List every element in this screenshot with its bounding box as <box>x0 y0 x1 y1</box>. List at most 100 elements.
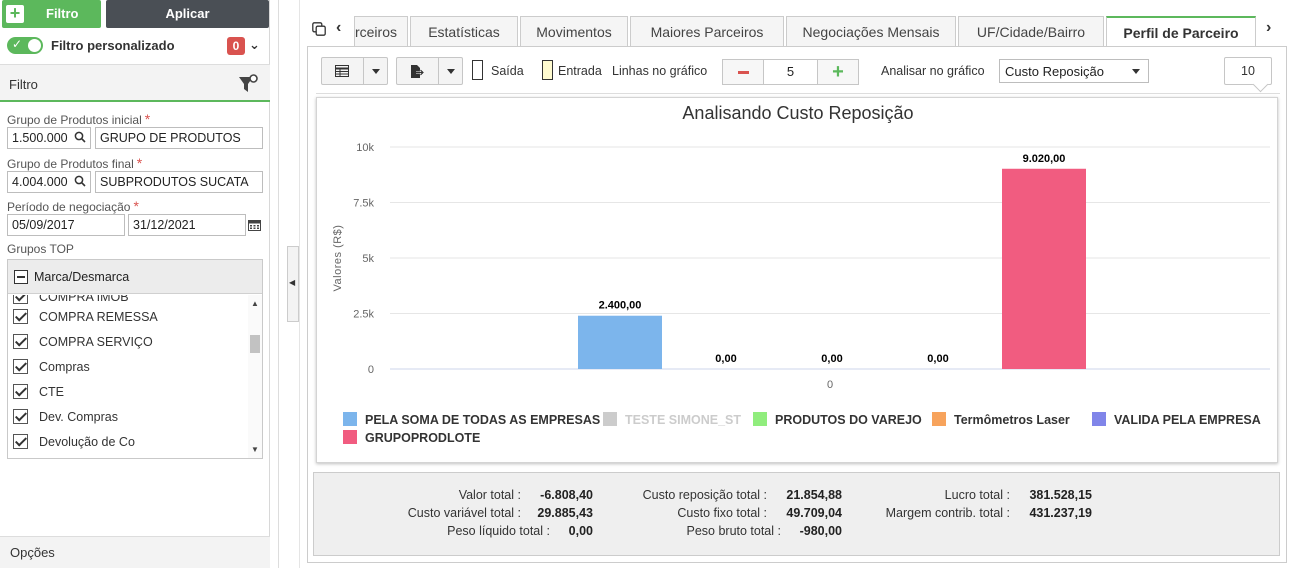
divider <box>316 93 1280 94</box>
custo-variavel-value: 29.885,43 <box>537 506 593 520</box>
export-button[interactable] <box>396 57 463 85</box>
grupo-final-code-input[interactable]: 4.004.000 <box>7 171 91 193</box>
list-item[interactable]: Devolução de Co <box>8 430 248 455</box>
scroll-thumb[interactable] <box>250 335 260 353</box>
custom-filter-row: ✓ Filtro personalizado 0 ⌄ <box>0 33 270 59</box>
divider <box>278 0 279 568</box>
calendar-icon[interactable] <box>248 219 261 231</box>
periodo-start-input[interactable]: 05/09/2017 <box>7 214 125 236</box>
data-label: 0,00 <box>715 353 736 365</box>
chevron-down-icon[interactable]: ⌄ <box>249 37 260 53</box>
chart-title: Analisando Custo Reposição <box>682 103 913 123</box>
y-tick-label: 2.5k <box>353 309 374 321</box>
list-item[interactable]: COMPRA REMESSA <box>8 305 248 330</box>
custo-reposicao-value: 21.854,88 <box>786 488 842 502</box>
grupo-inicial-name-field[interactable]: GRUPO DE PRODUTOS <box>95 127 263 149</box>
x-tick-label: 0 <box>827 379 833 391</box>
deselect-all-icon[interactable] <box>14 270 28 284</box>
lucro-total-label: Lucro total : <box>944 488 1010 502</box>
tab-maiores-parceiros[interactable]: Maiores Parceiros <box>630 16 784 46</box>
list-item[interactable]: Compras <box>8 355 248 380</box>
list-item[interactable]: COMPRA SERVIÇO <box>8 330 248 355</box>
scroll-up-arrow-icon[interactable]: ▲ <box>251 299 259 308</box>
periodo-label: Período de negociação * <box>7 198 139 214</box>
bar <box>578 315 662 369</box>
dropdown-toggle[interactable] <box>438 58 462 84</box>
data-label: 0,00 <box>927 353 948 365</box>
list-item[interactable]: Dev. Compras <box>8 405 248 430</box>
checkbox[interactable] <box>13 384 28 399</box>
tab-bar: ‹ Parceiros Estatísticas Movimentos Maio… <box>306 14 1286 47</box>
copy-icon[interactable] <box>312 22 326 36</box>
saida-label: Saída <box>491 64 524 78</box>
tabs-scroll-left-icon[interactable]: ‹ <box>336 19 341 37</box>
tab-negociacoes-mensais[interactable]: Negociações Mensais <box>786 16 956 46</box>
data-label: 9.020,00 <box>1023 153 1066 165</box>
tab-perfil-de-parceiro[interactable]: Perfil de Parceiro <box>1106 16 1256 47</box>
search-icon[interactable] <box>74 175 86 187</box>
grupo-final-label: Grupo de Produtos final * <box>7 155 143 171</box>
checkbox[interactable] <box>13 359 28 374</box>
list-scrollbar[interactable]: ▲ ▼ <box>248 295 262 458</box>
checkbox[interactable] <box>13 295 28 304</box>
custo-reposicao-label: Custo reposição total : <box>642 488 767 502</box>
checkbox[interactable] <box>13 309 28 324</box>
legend-swatch <box>1092 412 1106 426</box>
tab-movimentos[interactable]: Movimentos <box>520 16 628 46</box>
toggle-knob <box>28 39 41 52</box>
custo-fixo-label: Custo fixo total : <box>677 506 767 520</box>
legend-item: PELA SOMA DE TODAS AS EMPRESAS <box>365 413 600 427</box>
tab-parceiros[interactable]: Parceiros <box>354 16 408 46</box>
increase-lines-button[interactable]: + <box>817 59 859 85</box>
filter-sidebar: + Filtro Aplicar ✓ Filtro personalizado … <box>0 0 270 568</box>
list-item[interactable]: CTE <box>8 380 248 405</box>
divider <box>299 0 300 568</box>
y-tick-label: 0 <box>368 364 374 376</box>
aplicar-button[interactable]: Aplicar <box>106 0 269 28</box>
opcoes-section[interactable]: Opções <box>0 536 270 568</box>
caret-down-icon <box>447 69 455 74</box>
lucro-total-value: 381.528,15 <box>1029 488 1092 502</box>
decrease-lines-button[interactable] <box>722 59 764 85</box>
margem-contrib-label: Margem contrib. total : <box>885 506 1010 520</box>
checkbox[interactable] <box>13 434 28 449</box>
tabs-scroll-right-icon[interactable]: › <box>1266 19 1271 37</box>
scroll-down-arrow-icon[interactable]: ▼ <box>251 445 259 454</box>
checkbox[interactable] <box>13 409 28 424</box>
totals-panel: Valor total : -6.808,40 Custo variável t… <box>313 472 1280 556</box>
clear-filter-funnel-icon[interactable] <box>238 74 258 94</box>
peso-bruto-label: Peso bruto total : <box>686 524 781 538</box>
legend-swatch <box>343 412 357 426</box>
custo-variavel-label: Custo variável total : <box>407 506 521 520</box>
search-icon[interactable] <box>74 131 86 143</box>
filtro-button[interactable]: + Filtro <box>2 0 101 28</box>
collapse-sidebar-handle[interactable]: ◀ <box>287 246 299 322</box>
grid-view-button[interactable] <box>321 57 388 85</box>
custom-filter-toggle[interactable]: ✓ <box>7 37 43 54</box>
linhas-no-grafico-label: Linhas no gráfico <box>612 64 708 78</box>
bar-chart: Analisando Custo Reposição 0 2.5k 5k 7.5k 10k… <box>332 103 1270 445</box>
grupos-top-items: COMPRA IMOB COMPRA REMESSA COMPRA SERVIÇ… <box>8 295 248 458</box>
legend-swatch <box>753 412 767 426</box>
entrada-label: Entrada <box>558 64 602 78</box>
dropdown-toggle[interactable] <box>363 58 387 84</box>
periodo-end-input[interactable]: 31/12/2021 <box>128 214 246 236</box>
grupo-inicial-code-input[interactable]: 1.500.000 <box>7 127 91 149</box>
checkbox[interactable] <box>13 334 28 349</box>
caret-down-icon <box>1132 69 1140 74</box>
check-icon: ✓ <box>12 37 23 51</box>
peso-liquido-label: Peso líquido total : <box>447 524 550 538</box>
custo-fixo-value: 49.709,04 <box>786 506 842 520</box>
grupo-final-name-field[interactable]: SUBPRODUTOS SUCATA <box>95 171 263 193</box>
grupos-top-list: Marca/Desmarca COMPRA IMOB COMPRA REMESS… <box>7 259 263 459</box>
legend-item: PRODUTOS DO VAREJO <box>775 413 922 427</box>
tab-uf-cidade-bairro[interactable]: UF/Cidade/Bairro <box>958 16 1104 46</box>
y-tick-label: 10k <box>356 142 374 154</box>
legend-item: GRUPOPRODLOTE <box>365 431 480 445</box>
grupos-top-header[interactable]: Marca/Desmarca <box>8 260 262 294</box>
table-icon <box>335 65 349 77</box>
analisar-select[interactable]: Custo Reposição <box>999 59 1149 83</box>
valor-total-label: Valor total : <box>458 488 521 502</box>
linhas-value-input[interactable]: 5 <box>763 59 818 85</box>
tab-estatisticas[interactable]: Estatísticas <box>410 16 518 46</box>
